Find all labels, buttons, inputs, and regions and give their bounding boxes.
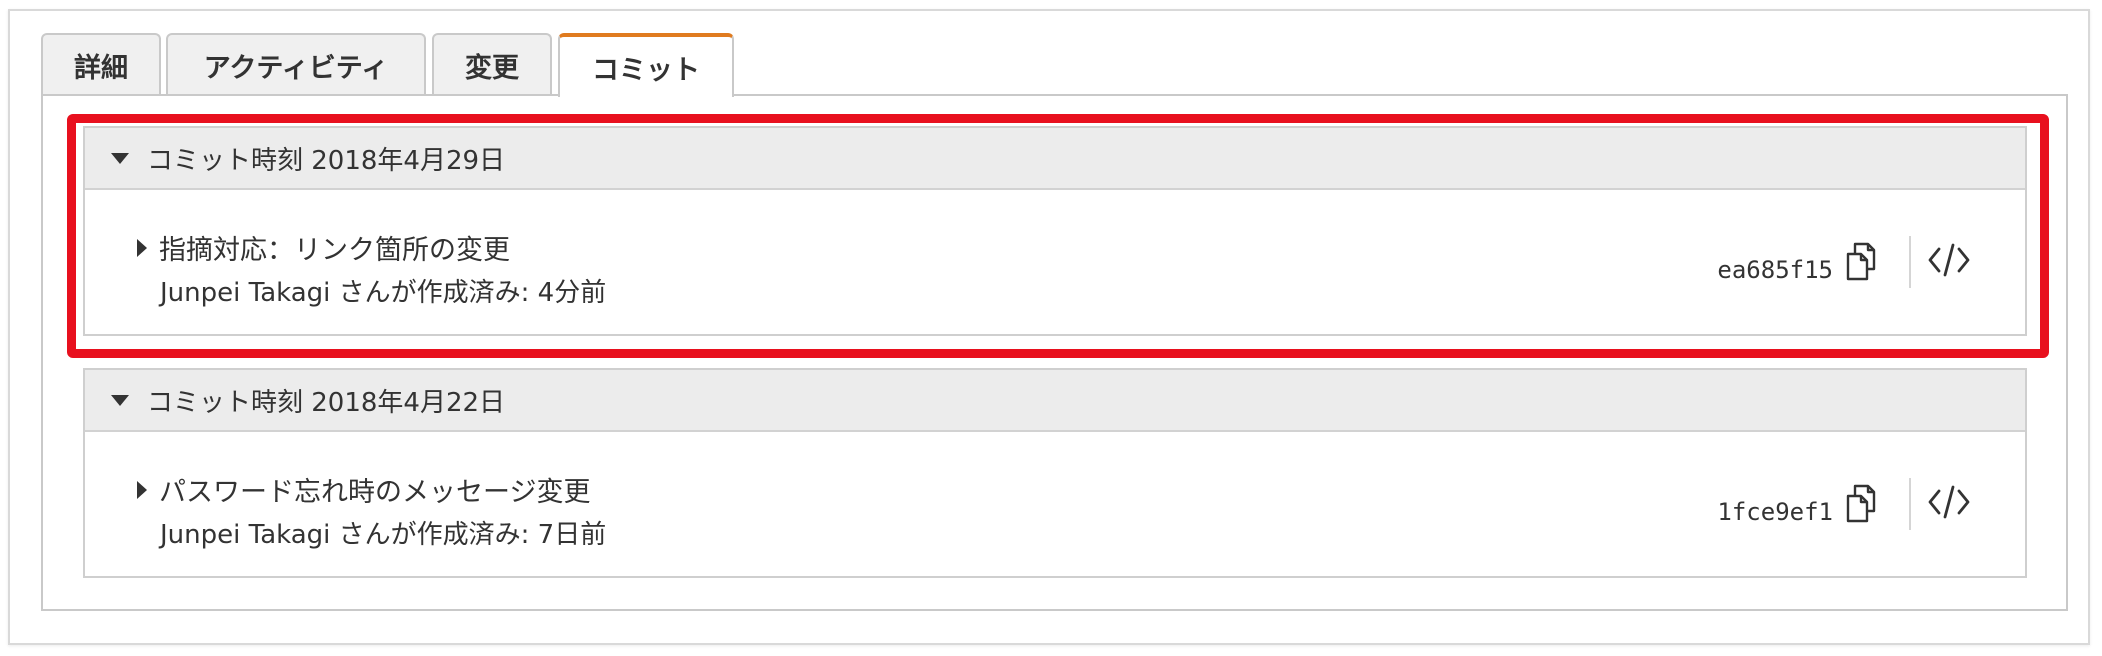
view-code-button[interactable]: [1927, 482, 1971, 522]
copy-commit-id-button[interactable]: [1841, 240, 1883, 282]
code-icon: [1928, 485, 1970, 519]
commit-message: 指摘対応：リンク箇所の変更: [159, 235, 510, 266]
tab-activity[interactable]: アクティビティ: [166, 33, 426, 95]
commit-group-header[interactable]: コミット時刻 2018年4月29日: [85, 128, 2025, 190]
commit-message: パスワード忘れ時のメッセージ変更: [159, 477, 591, 508]
tab-details[interactable]: 詳細: [41, 33, 161, 95]
code-icon: [1928, 243, 1970, 277]
commit-group-date: コミット時刻 2018年4月22日: [147, 387, 506, 418]
caret-right-icon: [137, 480, 147, 499]
caret-down-icon: [111, 152, 129, 164]
commit-id: ea685f15: [1717, 256, 1833, 284]
commit-group: コミット時刻 2018年4月29日 指摘対応：リンク箇所の変更 Junpei T…: [83, 126, 2027, 336]
tab-commits[interactable]: コミット: [558, 33, 734, 97]
commit-group-date: コミット時刻 2018年4月29日: [147, 145, 506, 176]
commit-author: Junpei Takagi さんが作成済み: 4分前: [160, 278, 607, 308]
commit-item: パスワード忘れ時のメッセージ変更 Junpei Takagi さんが作成済み: …: [85, 432, 2025, 574]
commit-author: Junpei Takagi さんが作成済み: 7日前: [160, 520, 607, 550]
tab-commits-label: コミット: [592, 54, 700, 86]
commit-group: コミット時刻 2018年4月22日 パスワード忘れ時のメッセージ変更 Junpe…: [83, 368, 2027, 578]
tab-changes-label: 変更: [465, 52, 519, 84]
tab-activity-label: アクティビティ: [203, 52, 389, 84]
action-divider: [1909, 236, 1911, 288]
commit-message-toggle[interactable]: パスワード忘れ時のメッセージ変更: [137, 470, 590, 509]
caret-down-icon: [111, 394, 129, 406]
view-code-button[interactable]: [1927, 240, 1971, 280]
copy-icon: [1846, 484, 1876, 523]
caret-right-icon: [137, 238, 147, 257]
action-divider: [1909, 478, 1911, 530]
commit-group-header[interactable]: コミット時刻 2018年4月22日: [85, 370, 2025, 432]
commit-item: 指摘対応：リンク箇所の変更 Junpei Takagi さんが作成済み: 4分前…: [85, 190, 2025, 332]
tab-changes[interactable]: 変更: [432, 33, 552, 95]
commit-id: 1fce9ef1: [1717, 498, 1833, 526]
copy-icon: [1846, 242, 1876, 281]
copy-commit-id-button[interactable]: [1841, 482, 1883, 524]
tab-details-label: 詳細: [74, 52, 128, 84]
commit-message-toggle[interactable]: 指摘対応：リンク箇所の変更: [137, 228, 510, 267]
